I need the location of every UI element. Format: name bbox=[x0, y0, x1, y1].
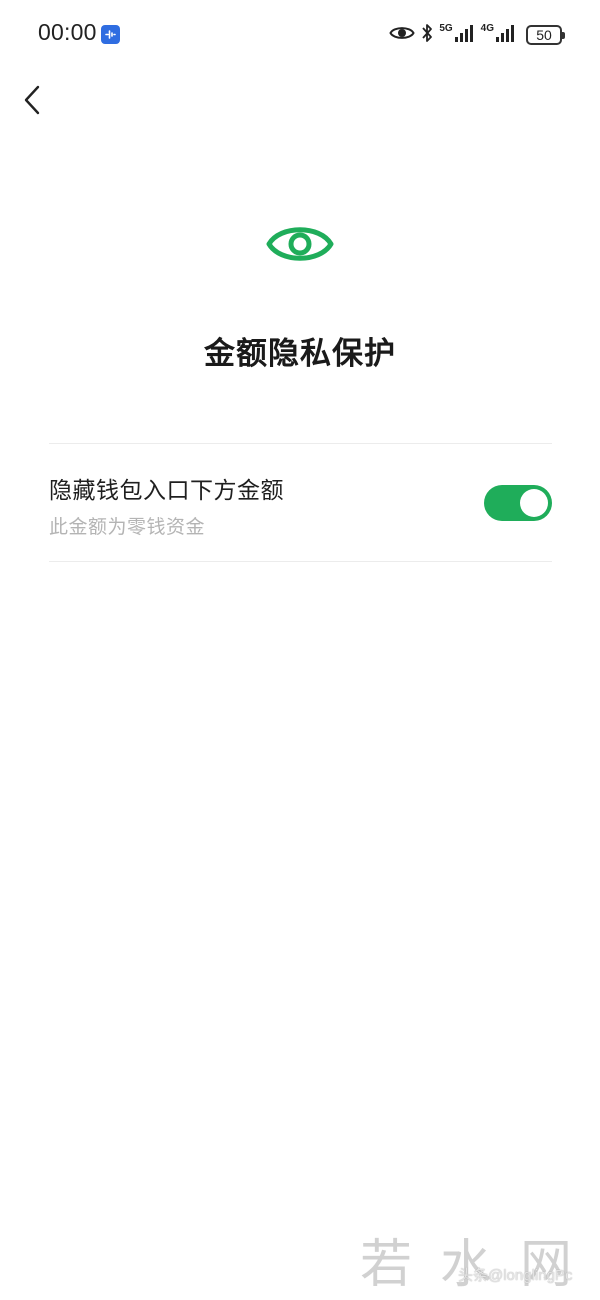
battery-level: 50 bbox=[536, 27, 552, 43]
eye-icon bbox=[389, 24, 415, 46]
app-notification-icon bbox=[101, 25, 120, 44]
watermark-caption: 头条@longlingPc bbox=[458, 1267, 573, 1284]
battery-icon: 50 bbox=[526, 25, 565, 45]
eye-icon bbox=[266, 220, 334, 268]
toggle-knob bbox=[520, 489, 548, 517]
bluetooth-icon bbox=[421, 23, 433, 47]
status-bar: 00:00 5G 4G 50 bbox=[0, 0, 600, 70]
back-button[interactable] bbox=[14, 82, 50, 118]
chevron-left-icon bbox=[24, 85, 40, 115]
hide-amount-toggle[interactable] bbox=[484, 485, 552, 521]
signal-icon bbox=[496, 24, 516, 46]
page-title: 金额隐私保护 bbox=[204, 336, 396, 372]
status-icons: 5G 4G 50 bbox=[389, 22, 565, 48]
divider bbox=[49, 561, 552, 562]
divider bbox=[49, 443, 552, 444]
watermark-logo: 若水网 bbox=[360, 1235, 600, 1295]
setting-title: 隐藏钱包入口下方金额 bbox=[49, 478, 284, 504]
status-time: 00:00 bbox=[38, 19, 97, 45]
setting-description: 此金额为零钱资金 bbox=[49, 516, 206, 538]
network-4g-label: 4G bbox=[480, 23, 494, 34]
setting-row-hide-amount[interactable]: 隐藏钱包入口下方金额 此金额为零钱资金 bbox=[49, 445, 552, 561]
network-5g-label: 5G bbox=[439, 23, 453, 34]
signal-icon bbox=[454, 24, 475, 46]
